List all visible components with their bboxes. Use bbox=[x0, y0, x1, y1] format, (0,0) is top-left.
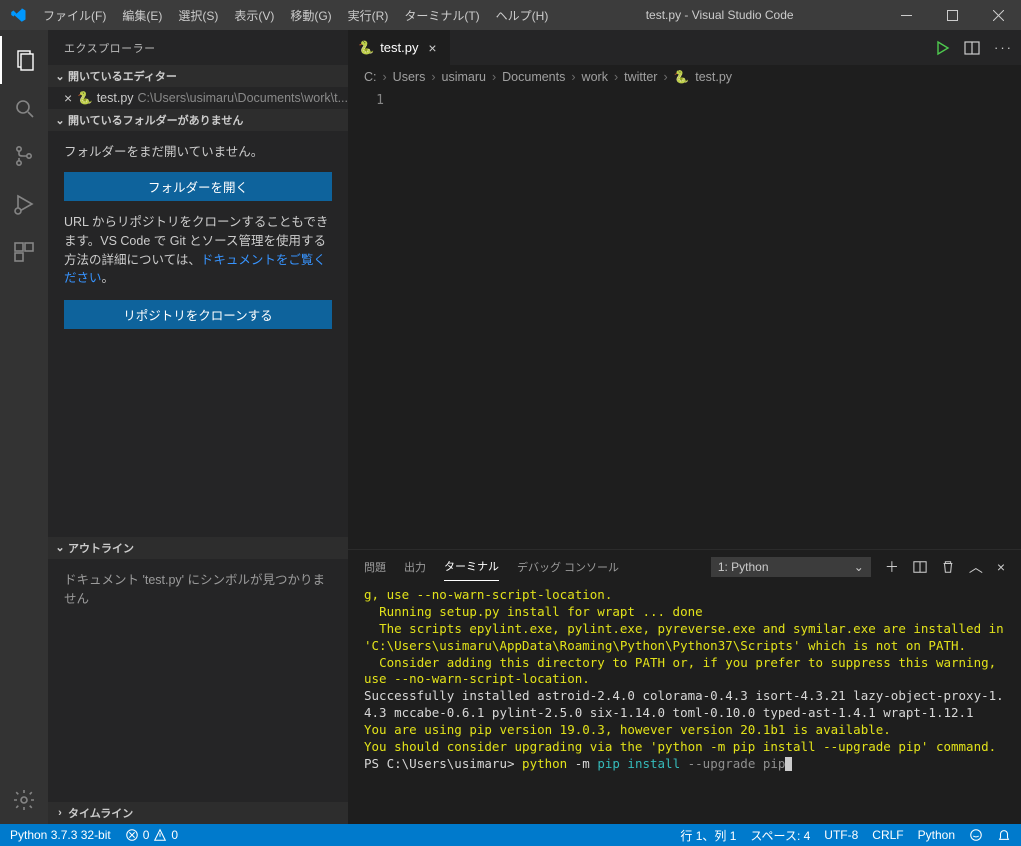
panel-tab-debug-console[interactable]: デバッグ コンソール bbox=[517, 553, 619, 581]
open-editor-item[interactable]: × 🐍 test.py C:\Users\usimaru\Documents\w… bbox=[48, 87, 348, 109]
terminal-output[interactable]: g, use --no-warn-script-location. Runnin… bbox=[348, 583, 1021, 824]
breadcrumb-segment[interactable]: test.py bbox=[695, 70, 732, 84]
window-title: test.py - Visual Studio Code bbox=[556, 8, 883, 22]
editor-area: 🐍 test.py × ··· C:› Users› usimaru› Docu… bbox=[348, 30, 1021, 824]
breadcrumb-segment[interactable]: work bbox=[582, 70, 608, 84]
settings-gear-icon[interactable] bbox=[0, 776, 48, 824]
close-icon[interactable]: × bbox=[64, 90, 73, 106]
no-folder-header[interactable]: ⌄ 開いているフォルダーがありません bbox=[48, 109, 348, 131]
minimize-button[interactable] bbox=[883, 0, 929, 30]
outline-empty-message: ドキュメント 'test.py' にシンボルが見つかりません bbox=[48, 559, 348, 617]
chevron-down-icon: ⌄ bbox=[52, 70, 68, 83]
no-folder-message: フォルダーをまだ開いていません。 bbox=[64, 141, 332, 160]
explorer-sidebar: エクスプローラー ⌄ 開いているエディター × 🐍 test.py C:\Use… bbox=[48, 30, 348, 824]
status-bar: Python 3.7.3 32-bit 0 0 行 1、列 1 スペース: 4 … bbox=[0, 824, 1021, 846]
menu-bar: ファイル(F) 編集(E) 選択(S) 表示(V) 移動(G) 実行(R) ター… bbox=[35, 0, 556, 30]
panel-tab-terminal[interactable]: ターミナル bbox=[444, 552, 499, 581]
python-file-icon: 🐍 bbox=[674, 70, 690, 85]
chevron-down-icon: ⌄ bbox=[52, 541, 68, 554]
panel-tab-problems[interactable]: 問題 bbox=[364, 553, 386, 581]
maximize-button[interactable] bbox=[929, 0, 975, 30]
open-folder-button[interactable]: フォルダーを開く bbox=[64, 172, 332, 201]
python-file-icon: 🐍 bbox=[358, 40, 374, 56]
menu-edit[interactable]: 編集(E) bbox=[114, 0, 170, 30]
kill-terminal-icon[interactable] bbox=[941, 560, 955, 574]
outline-label: アウトライン bbox=[68, 540, 134, 556]
panel-tabs: 問題 出力 ターミナル デバッグ コンソール 1: Python⌄ ＋ ︿ bbox=[348, 550, 1021, 583]
breadcrumb-segment[interactable]: Documents bbox=[502, 70, 565, 84]
open-editors-header[interactable]: ⌄ 開いているエディター bbox=[48, 65, 348, 87]
terminal-cursor bbox=[785, 757, 792, 771]
status-ln-col[interactable]: 行 1、列 1 bbox=[680, 827, 736, 844]
menu-terminal[interactable]: ターミナル(T) bbox=[396, 0, 487, 30]
menu-file[interactable]: ファイル(F) bbox=[35, 0, 114, 30]
maximize-panel-icon[interactable]: ︿ bbox=[969, 557, 983, 577]
status-feedback-icon[interactable] bbox=[969, 828, 983, 842]
clone-repo-button[interactable]: リポジトリをクローンする bbox=[64, 300, 332, 329]
breadcrumb-segment[interactable]: Users bbox=[393, 70, 426, 84]
new-terminal-icon[interactable]: ＋ bbox=[885, 557, 899, 577]
line-number: 1 bbox=[348, 89, 398, 549]
window-controls bbox=[883, 0, 1021, 30]
panel-tab-output[interactable]: 出力 bbox=[404, 553, 426, 581]
no-folder-label: 開いているフォルダーがありません bbox=[68, 112, 243, 128]
close-icon[interactable]: × bbox=[424, 40, 440, 56]
editor-tabs: 🐍 test.py × ··· bbox=[348, 30, 1021, 65]
timeline-header[interactable]: › タイムライン bbox=[48, 802, 348, 824]
status-eol[interactable]: CRLF bbox=[872, 828, 903, 842]
split-editor-icon[interactable] bbox=[964, 40, 980, 56]
extensions-tab-icon[interactable] bbox=[0, 228, 48, 276]
open-editor-path: C:\Users\usimaru\Documents\work\t... bbox=[138, 91, 348, 105]
breadcrumb-segment[interactable]: usimaru bbox=[442, 70, 486, 84]
title-bar: ファイル(F) 編集(E) 選択(S) 表示(V) 移動(G) 実行(R) ター… bbox=[0, 0, 1021, 30]
editor-tab[interactable]: 🐍 test.py × bbox=[348, 30, 451, 65]
menu-run[interactable]: 実行(R) bbox=[340, 0, 397, 30]
menu-go[interactable]: 移動(G) bbox=[282, 0, 339, 30]
chevron-right-icon: › bbox=[52, 807, 68, 819]
split-terminal-icon[interactable] bbox=[913, 560, 927, 574]
chevron-down-icon: ⌄ bbox=[854, 560, 864, 574]
terminal-selector[interactable]: 1: Python⌄ bbox=[711, 557, 871, 577]
status-notifications-icon[interactable] bbox=[997, 828, 1011, 842]
timeline-label: タイムライン bbox=[68, 805, 133, 821]
status-indent[interactable]: スペース: 4 bbox=[750, 827, 810, 844]
status-language[interactable]: Python bbox=[918, 828, 955, 842]
explorer-tab-icon[interactable] bbox=[0, 36, 48, 84]
menu-selection[interactable]: 選択(S) bbox=[170, 0, 226, 30]
menu-view[interactable]: 表示(V) bbox=[226, 0, 282, 30]
status-problems[interactable]: 0 0 bbox=[125, 828, 178, 842]
status-python-version[interactable]: Python 3.7.3 32-bit bbox=[10, 828, 111, 842]
source-control-tab-icon[interactable] bbox=[0, 132, 48, 180]
python-file-icon: 🐍 bbox=[77, 91, 93, 106]
search-tab-icon[interactable] bbox=[0, 84, 48, 132]
breadcrumb[interactable]: C:› Users› usimaru› Documents› work› twi… bbox=[348, 65, 1021, 89]
status-encoding[interactable]: UTF-8 bbox=[824, 828, 858, 842]
tab-label: test.py bbox=[380, 40, 418, 55]
chevron-down-icon: ⌄ bbox=[52, 114, 68, 127]
clone-description: URL からリポジトリをクローンすることもできます。VS Code で Git … bbox=[64, 213, 332, 288]
open-editor-name: test.py bbox=[97, 91, 134, 105]
more-actions-icon[interactable]: ··· bbox=[994, 40, 1013, 55]
close-button[interactable] bbox=[975, 0, 1021, 30]
run-debug-tab-icon[interactable] bbox=[0, 180, 48, 228]
breadcrumb-segment[interactable]: C: bbox=[364, 70, 377, 84]
outline-header[interactable]: ⌄ アウトライン bbox=[48, 537, 348, 559]
code-editor[interactable]: 1 bbox=[348, 89, 1021, 549]
panel: 問題 出力 ターミナル デバッグ コンソール 1: Python⌄ ＋ ︿ bbox=[348, 549, 1021, 824]
menu-help[interactable]: ヘルプ(H) bbox=[488, 0, 557, 30]
breadcrumb-segment[interactable]: twitter bbox=[624, 70, 657, 84]
run-icon[interactable] bbox=[934, 40, 950, 56]
open-editors-label: 開いているエディター bbox=[68, 68, 177, 84]
close-panel-icon[interactable]: × bbox=[997, 559, 1005, 575]
vscode-icon bbox=[0, 6, 35, 24]
sidebar-title: エクスプローラー bbox=[48, 30, 348, 65]
activity-bar bbox=[0, 30, 48, 824]
